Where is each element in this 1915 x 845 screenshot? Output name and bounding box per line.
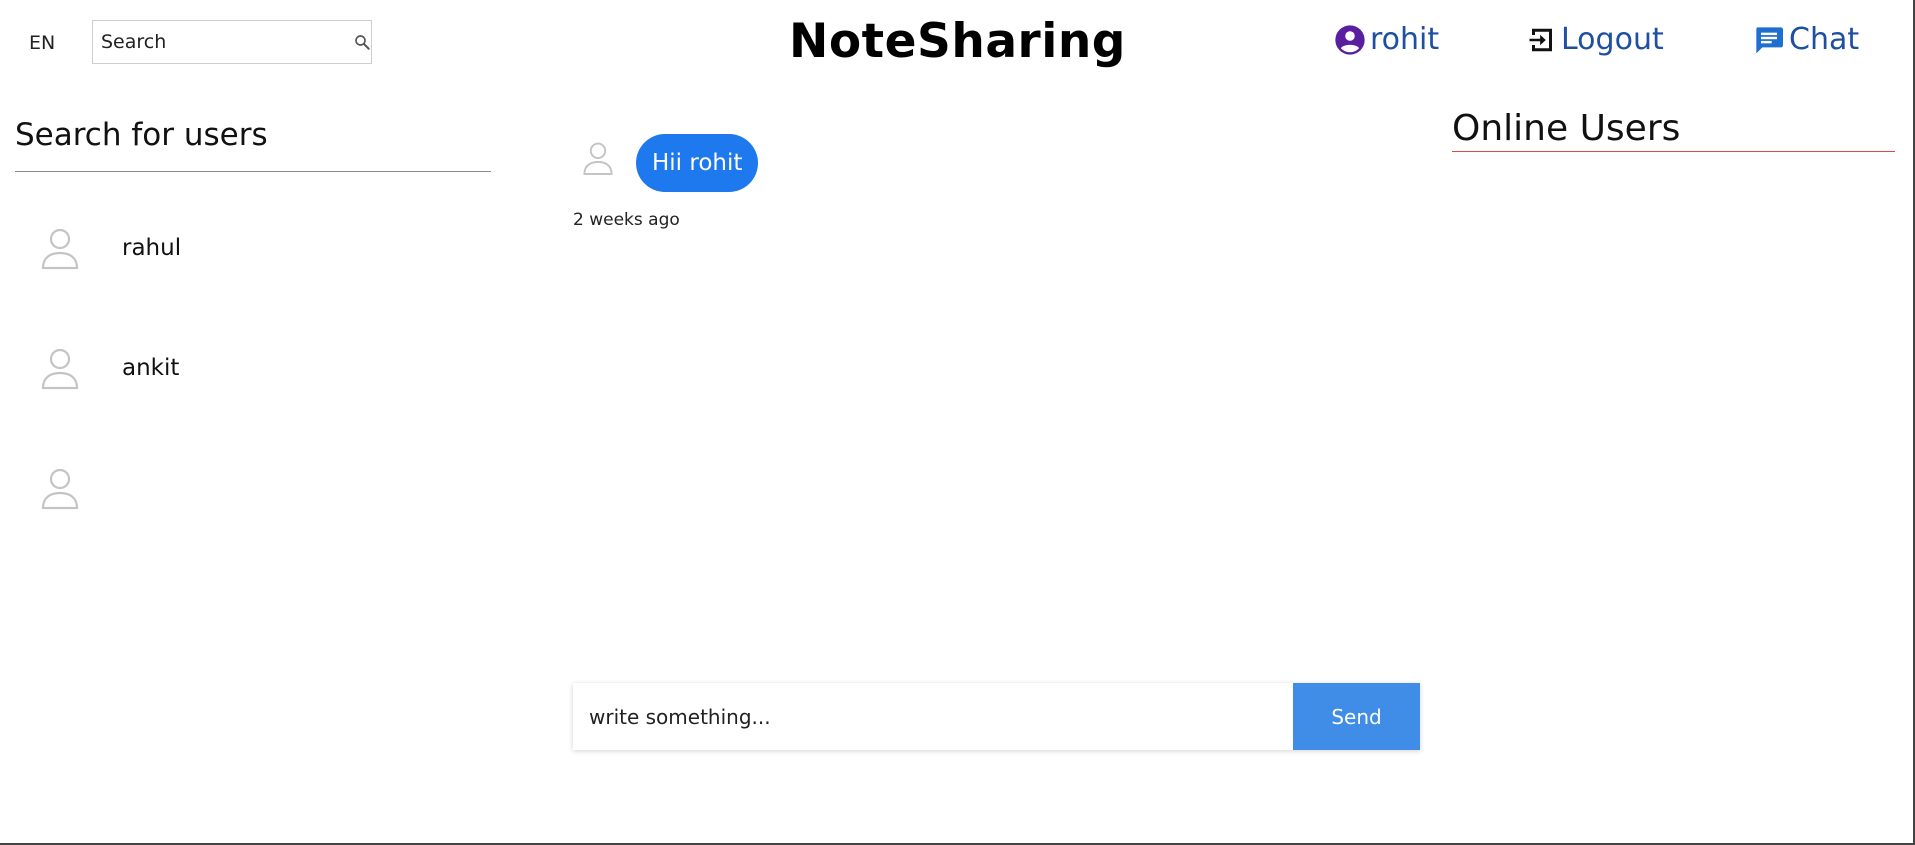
user-list-item[interactable] — [40, 464, 122, 512]
search-icon — [354, 35, 370, 50]
nav-logout-label: Logout — [1561, 22, 1664, 57]
message-avatar-icon — [583, 142, 613, 175]
nav-user-profile[interactable]: rohit — [1334, 22, 1439, 57]
nav-chat[interactable]: Chat — [1753, 22, 1859, 57]
nav-user-label: rohit — [1370, 22, 1440, 57]
chat-icon — [1756, 26, 1783, 53]
user-outline-icon — [41, 468, 79, 510]
online-users-heading: Online Users — [1452, 108, 1681, 149]
message-timestamp: 2 weeks ago — [573, 210, 680, 230]
search-users-heading: Search for users — [15, 117, 268, 153]
logout-icon — [1529, 28, 1552, 51]
online-users-divider — [1452, 151, 1895, 152]
user-name: rahul — [122, 235, 182, 261]
search-input[interactable] — [93, 22, 352, 62]
user-list-item[interactable]: ankit — [40, 344, 179, 392]
user-outline-icon — [41, 348, 79, 390]
user-name: ankit — [122, 355, 180, 381]
nav-logout[interactable]: Logout — [1527, 22, 1664, 57]
message-bubble: Hii rohit — [636, 134, 759, 192]
send-button[interactable]: Send — [1293, 683, 1420, 750]
user-outline-icon — [41, 228, 79, 270]
account-circle-icon — [1335, 24, 1365, 55]
user-list-item[interactable]: rahul — [40, 224, 181, 272]
language-selector[interactable]: EN — [29, 32, 55, 54]
search-button[interactable] — [352, 22, 371, 62]
message-input[interactable] — [573, 683, 1293, 750]
search-users-divider — [15, 171, 491, 172]
search-box — [92, 20, 372, 64]
nav-chat-label: Chat — [1789, 22, 1860, 57]
brand-title[interactable]: NoteSharing — [789, 14, 1126, 69]
message-composer: Send — [573, 683, 1420, 750]
